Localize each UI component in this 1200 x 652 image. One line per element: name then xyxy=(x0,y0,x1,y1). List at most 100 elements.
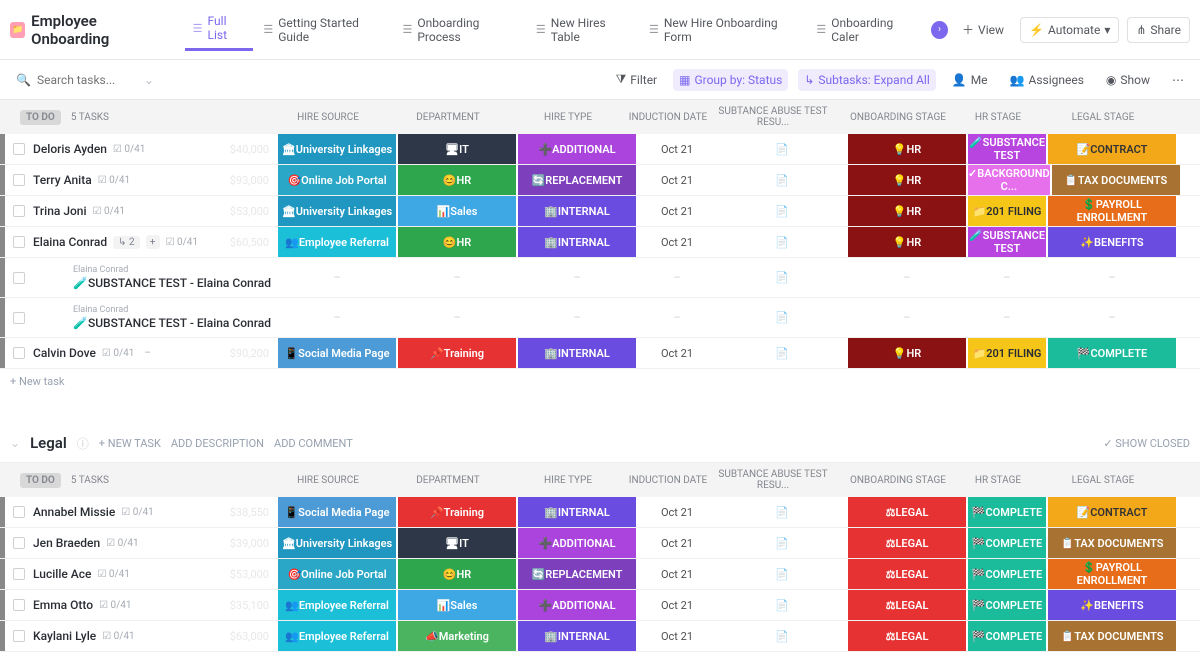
task-row[interactable]: Terry Anita☑ 0/41$93,000🎯Online Job Port… xyxy=(0,165,1200,196)
tag[interactable]: 😊HR xyxy=(398,165,516,195)
more-icon[interactable]: ⋯ xyxy=(1166,69,1190,91)
tag[interactable]: 🔄REPLACEMENT xyxy=(518,559,636,589)
section-name[interactable]: Legal xyxy=(30,434,67,452)
task-row[interactable]: Kaylani Lyle☑ 0/41$63,000👥Employee Refer… xyxy=(0,621,1200,652)
checkbox[interactable] xyxy=(13,568,25,580)
task-row[interactable]: Elaina Conrad↳ 2+☑ 0/41$60,500👥Employee … xyxy=(0,227,1200,258)
tag[interactable]: 🏢INTERNAL xyxy=(518,227,636,257)
tag[interactable]: 👥Employee Referral xyxy=(278,590,396,620)
task-row[interactable]: Deloris Ayden☑ 0/41$40,000🏛University Li… xyxy=(0,134,1200,165)
show-closed-button[interactable]: ✓ SHOW CLOSED xyxy=(1103,437,1190,450)
status-label[interactable]: TO DO xyxy=(20,110,61,125)
chevron-down-icon[interactable]: ⌄ xyxy=(144,73,154,87)
tag[interactable]: 🏁COMPLETE xyxy=(968,559,1046,589)
tab-getting-started-guide[interactable]: ☰Getting Started Guide xyxy=(255,8,392,51)
tab-new-hires-table[interactable]: ☰New Hires Table xyxy=(528,8,639,51)
tag[interactable]: 📌Training xyxy=(398,338,516,368)
new-task-button[interactable]: + NEW TASK xyxy=(99,437,161,450)
tag[interactable]: 📱Social Media Page xyxy=(278,338,396,368)
tag[interactable]: 💡HR xyxy=(848,134,966,164)
tag[interactable]: 💲PAYROLL ENROLLMENT xyxy=(1048,559,1176,589)
more-tabs-arrow[interactable]: › xyxy=(931,21,948,39)
checkbox[interactable] xyxy=(13,236,25,248)
tag[interactable]: ✨BENEFITS xyxy=(1048,227,1176,257)
task-name[interactable]: Trina Joni xyxy=(33,204,87,218)
checkbox[interactable] xyxy=(13,143,25,155)
document-icon[interactable]: 📄 xyxy=(775,271,789,284)
task-name[interactable]: Annabel Missie xyxy=(33,505,115,519)
document-icon[interactable]: 📄 xyxy=(775,599,789,612)
tag[interactable]: 💡HR xyxy=(848,196,966,226)
tag[interactable]: 🏛University Linkages xyxy=(278,134,396,164)
collapse-icon[interactable]: ⌄ xyxy=(10,436,20,450)
tag[interactable]: 📱Social Media Page xyxy=(278,497,396,527)
task-name[interactable]: Elaina Conrad xyxy=(33,235,107,249)
subtasks-button[interactable]: ↳ Subtasks: Expand All xyxy=(798,69,935,91)
add-subtask-button[interactable]: + xyxy=(146,235,160,249)
share-button[interactable]: ⋔ Share xyxy=(1127,17,1190,43)
checkbox[interactable] xyxy=(13,205,25,217)
column-header[interactable]: HIRE TYPE xyxy=(508,475,628,486)
checkbox[interactable] xyxy=(13,272,25,284)
tag[interactable]: 📣Marketing xyxy=(398,621,516,651)
tag[interactable]: 👥Employee Referral xyxy=(278,227,396,257)
column-header[interactable]: HIRE TYPE xyxy=(508,112,628,123)
checkbox[interactable] xyxy=(13,537,25,549)
new-task-button[interactable]: + New task xyxy=(0,369,1200,394)
tag[interactable]: 📋TAX DOCUMENTS xyxy=(1052,165,1180,195)
task-row[interactable]: Emma Otto☑ 0/41$35,100👥Employee Referral… xyxy=(0,590,1200,621)
assignees-button[interactable]: 👥 Assignees xyxy=(1004,69,1090,91)
tag[interactable]: 👥Employee Referral xyxy=(278,621,396,651)
tag[interactable]: 📋TAX DOCUMENTS xyxy=(1048,621,1176,651)
document-icon[interactable]: 📄 xyxy=(775,347,789,360)
tag[interactable]: 😊HR xyxy=(398,227,516,257)
tag[interactable]: ➕ADDITIONAL xyxy=(518,528,636,558)
column-header[interactable]: HR STAGE xyxy=(958,475,1038,486)
task-name[interactable]: Deloris Ayden xyxy=(33,142,107,156)
tag[interactable]: 🏛University Linkages xyxy=(278,528,396,558)
column-header[interactable]: LEGAL STAGE xyxy=(1038,112,1168,123)
tag[interactable]: 🖥IT xyxy=(398,134,516,164)
tag[interactable]: 🧪SUBSTANCE TEST xyxy=(968,134,1046,164)
tag[interactable]: 🏢INTERNAL xyxy=(518,338,636,368)
tab-onboarding-caler[interactable]: ☰Onboarding Caler xyxy=(808,8,925,51)
add-comment-button[interactable]: ADD COMMENT xyxy=(274,437,353,450)
subtask-row[interactable]: Elaina Conrad🧪SUBSTANCE TEST - Elaina Co… xyxy=(0,298,1200,338)
tag[interactable]: 🏢INTERNAL xyxy=(518,196,636,226)
task-row[interactable]: Lucille Ace☑ 0/41$53,000🎯Online Job Port… xyxy=(0,559,1200,590)
filter-button[interactable]: ⧩ Filter xyxy=(610,68,664,91)
task-name[interactable]: Terry Anita xyxy=(33,173,92,187)
tag[interactable]: ⚖LEGAL xyxy=(848,559,966,589)
column-header[interactable]: HIRE SOURCE xyxy=(268,112,388,123)
tag[interactable]: ⚖LEGAL xyxy=(848,621,966,651)
column-header[interactable]: ONBOARDING STAGE xyxy=(838,112,958,123)
tab-onboarding-process[interactable]: ☰Onboarding Process xyxy=(394,8,525,51)
column-header[interactable]: ONBOARDING STAGE xyxy=(838,475,958,486)
task-name[interactable]: Jen Braeden xyxy=(33,536,100,550)
tag[interactable]: 💲PAYROLL ENROLLMENT xyxy=(1048,196,1176,226)
view-button[interactable]: ＋ View xyxy=(954,16,1012,43)
document-icon[interactable]: 📄 xyxy=(775,174,789,187)
tag[interactable]: ⚖LEGAL xyxy=(848,528,966,558)
task-row[interactable]: Jen Braeden☑ 0/41$39,000🏛University Link… xyxy=(0,528,1200,559)
tag[interactable]: ⚖LEGAL xyxy=(848,497,966,527)
tag[interactable]: 🖥IT xyxy=(398,528,516,558)
document-icon[interactable]: 📄 xyxy=(775,506,789,519)
tag[interactable]: 🏁COMPLETE xyxy=(968,497,1046,527)
column-header[interactable]: LEGAL STAGE xyxy=(1038,475,1168,486)
column-header[interactable]: DEPARTMENT xyxy=(388,475,508,486)
task-name[interactable]: Kaylani Lyle xyxy=(33,629,96,643)
checkbox[interactable] xyxy=(13,506,25,518)
tag[interactable]: 📌Training xyxy=(398,497,516,527)
task-name[interactable]: Lucille Ace xyxy=(33,567,91,581)
column-header[interactable]: HIRE SOURCE xyxy=(268,475,388,486)
tag[interactable]: 😊HR xyxy=(398,559,516,589)
tag[interactable]: 📊Sales xyxy=(398,590,516,620)
tag[interactable]: 🏢INTERNAL xyxy=(518,621,636,651)
tag[interactable]: ➕ADDITIONAL xyxy=(518,590,636,620)
task-row[interactable]: Annabel Missie☑ 0/41$38,550📱Social Media… xyxy=(0,497,1200,528)
tag[interactable]: ⚖LEGAL xyxy=(848,590,966,620)
status-label[interactable]: TO DO xyxy=(20,473,61,488)
checkbox[interactable] xyxy=(13,174,25,186)
tag[interactable]: 🔄REPLACEMENT xyxy=(518,165,636,195)
